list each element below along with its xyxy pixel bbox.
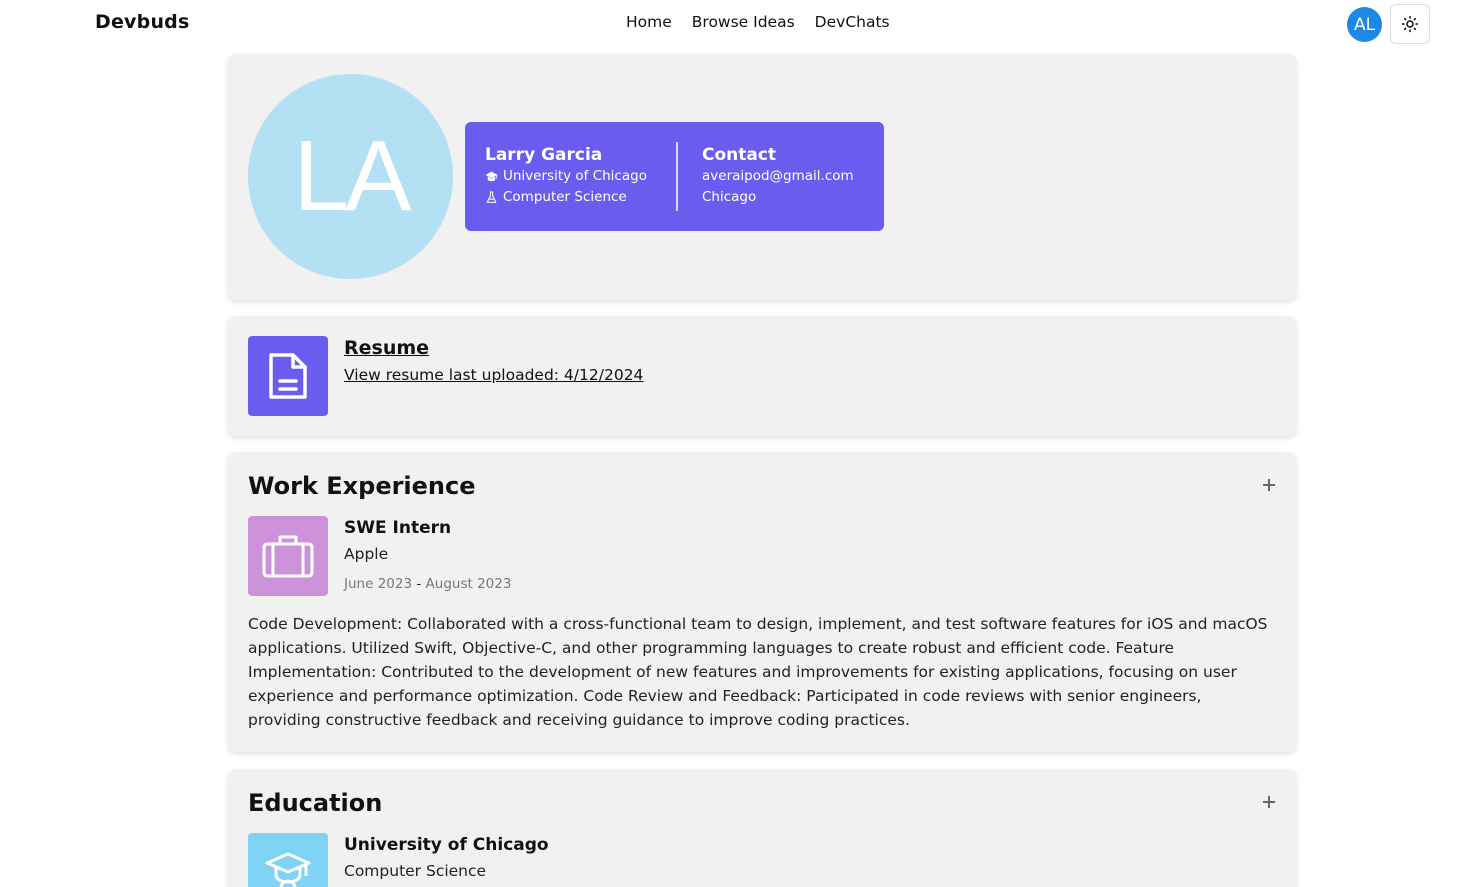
resume-card: Resume View resume last uploaded: 4/12/2… [228,316,1296,436]
plus-icon [1263,479,1275,491]
graduation-cap-icon [265,852,311,887]
profile-details: Larry Garcia University of Chicago Compu… [485,144,647,208]
sun-icon [1401,15,1419,33]
flask-icon [486,191,497,203]
brand-logo[interactable]: Devbuds [95,11,189,33]
user-avatar[interactable]: AL [1347,7,1382,42]
work-entry-end: August 2023 [425,576,512,592]
work-entry-date-separator: - [416,576,422,592]
nav-link-devchats[interactable]: DevChats [815,13,890,31]
education-entry-school: University of Chicago [344,835,549,855]
theme-toggle-button[interactable] [1390,4,1430,44]
profile-major: Computer Science [503,189,627,205]
profile-avatar: LA [248,74,453,279]
education-heading: Education [248,789,383,817]
work-experience-card: Work Experience SWE Intern Apple June 20… [228,452,1296,752]
contact-email[interactable]: averaipod@gmail.com [702,166,854,187]
work-entry-icon-tile [248,516,328,596]
resume-title[interactable]: Resume [344,337,429,359]
education-entry-icon-tile [248,833,328,887]
profile-info-box: Larry Garcia University of Chicago Compu… [465,122,884,231]
profile-name: Larry Garcia [485,145,603,165]
profile-university-row: University of Chicago [485,166,647,187]
briefcase-icon [262,535,314,578]
profile-contact: Contact averaipod@gmail.com Chicago [702,144,854,208]
work-entry-title: SWE Intern [344,518,452,538]
resume-view-link[interactable]: View resume last uploaded: 4/12/2024 [344,366,643,384]
graduation-cap-icon [485,171,498,182]
nav-link-browse-ideas[interactable]: Browse Ideas [692,13,795,31]
education-card: Education University of Chicago Computer… [228,769,1296,887]
add-education-button[interactable] [1260,793,1278,811]
plus-icon [1263,796,1275,808]
document-icon [269,353,307,399]
add-work-button[interactable] [1260,476,1278,494]
work-entry-dates: June 2023 - August 2023 [344,576,511,592]
contact-city: Chicago [702,189,757,205]
top-nav: Devbuds Home Browse Ideas DevChats AL [0,0,1474,48]
work-experience-heading: Work Experience [248,472,476,500]
profile-major-row: Computer Science [485,187,647,208]
nav-links: Home Browse Ideas DevChats [626,13,890,31]
contact-heading: Contact [702,145,777,165]
nav-link-home[interactable]: Home [626,13,672,31]
work-entry-description: Code Development: Collaborated with a cr… [248,615,1268,729]
resume-icon-tile [248,336,328,416]
work-entry-start: June 2023 [344,576,413,592]
profile-card: LA Larry Garcia University of Chicago Co… [228,54,1296,300]
profile-university: University of Chicago [503,168,647,184]
work-entry-company: Apple [344,545,389,563]
info-divider [676,142,678,211]
education-entry-major: Computer Science [344,862,487,880]
